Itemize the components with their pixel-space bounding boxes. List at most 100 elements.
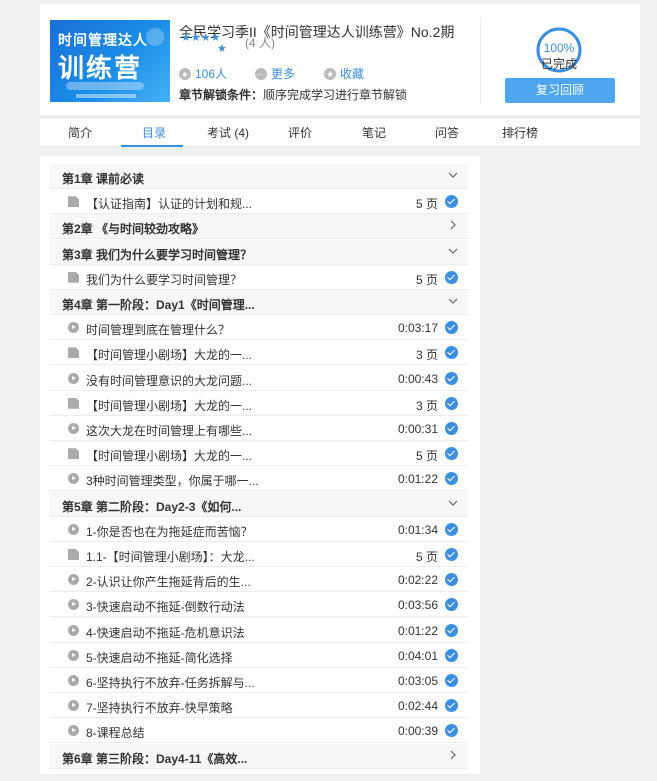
completed-check-icon bbox=[445, 648, 458, 662]
lesson-row[interactable]: 4-快速启动不拖延-危机意识法 0:01:22 bbox=[50, 618, 468, 643]
chapter-title: 第5章 第二阶段：Day2-3《如何... bbox=[62, 499, 242, 514]
lesson-row[interactable]: 3-快速启动不拖延-倒数行动法 0:03:56 bbox=[50, 592, 468, 618]
video-icon bbox=[68, 624, 79, 636]
lesson-meta: 5 页 bbox=[415, 197, 438, 212]
lesson-row[interactable]: 5-快速启动不拖延-简化选择 0:04:01 bbox=[50, 643, 468, 668]
rating-star-icon: ★ bbox=[217, 43, 227, 55]
lesson-row[interactable]: 【时间管理小剧场】大龙的一... 3 页 bbox=[50, 391, 468, 416]
lesson-title: 我们为什么要学习时间管理？ bbox=[86, 272, 243, 287]
video-icon bbox=[68, 322, 79, 334]
doc-icon bbox=[68, 448, 79, 460]
lesson-title: 没有时间管理意识的大龙问题... bbox=[86, 373, 253, 388]
chapter-row[interactable]: 第4章 第一阶段：Day1《时间管理... bbox=[50, 290, 468, 315]
lesson-row[interactable]: 7-坚持执行不放弃-快早策略 0:02:44 bbox=[50, 693, 468, 719]
lesson-row[interactable]: 【时间管理小剧场】大龙的一... 5 页 bbox=[50, 441, 468, 467]
lesson-row[interactable]: 8-课程总结 0:00:39 bbox=[50, 718, 468, 744]
lesson-meta: 0:01:22 bbox=[397, 623, 438, 638]
lesson-title: 6-坚持执行不放弃-任务拆解与... bbox=[86, 676, 255, 690]
tab-exam[interactable]: 考试 (4) bbox=[204, 124, 252, 141]
unlock-condition-label: 章节解锁条件： bbox=[179, 88, 264, 102]
completed-check-icon bbox=[445, 724, 458, 738]
chevron-down-icon[interactable] bbox=[448, 296, 458, 306]
chevron-right-icon[interactable] bbox=[448, 220, 458, 230]
chapter-row[interactable]: 第5章 第二阶段：Day2-3《如何... bbox=[50, 491, 468, 517]
lesson-row[interactable]: 没有时间管理意识的大龙问题... 0:00:43 bbox=[50, 366, 468, 391]
lesson-row[interactable]: 我们为什么要学习时间管理？ 5 页 bbox=[50, 265, 468, 290]
chapter-row[interactable]: 第1章 课前必读 bbox=[50, 164, 468, 189]
tab-notes[interactable]: 笔记 bbox=[360, 124, 388, 141]
cover-subtitle-bar bbox=[66, 82, 144, 90]
tab-leaderboard[interactable]: 排行榜 bbox=[499, 124, 541, 141]
progress-status: 已完成 bbox=[540, 57, 577, 71]
lesson-row[interactable]: 时间管理到底在管理什么？ 0:03:17 bbox=[50, 315, 468, 341]
lesson-meta: 0:01:34 bbox=[397, 522, 438, 537]
tab-intro[interactable]: 简介 bbox=[66, 124, 94, 141]
favorite-button[interactable]: ★ 收藏 bbox=[324, 65, 364, 82]
lesson-row[interactable]: 1.1-【时间管理小剧场】：大龙... 5 页 bbox=[50, 542, 468, 567]
tab-reviews[interactable]: 评价 bbox=[286, 124, 314, 141]
lesson-title: 4-快速启动不拖延-危机意识法 bbox=[86, 625, 245, 640]
cover-footer-bar bbox=[76, 94, 136, 98]
completed-check-icon bbox=[445, 674, 458, 687]
cover-title-line1: 时间管理达人 bbox=[58, 33, 148, 49]
lesson-title: 3-快速启动不拖延-倒数行动法 bbox=[86, 600, 245, 615]
course-cover-image[interactable]: 时间管理达人 训练营 bbox=[50, 20, 170, 102]
completed-check-icon bbox=[445, 321, 458, 335]
lesson-meta: 0:03:05 bbox=[397, 674, 438, 688]
tab-catalog[interactable]: 目录 bbox=[140, 124, 168, 141]
chapter-row[interactable]: 第3章 我们为什么要学习时间管理？ bbox=[50, 239, 468, 265]
lesson-meta: 5 页 bbox=[415, 272, 438, 287]
lesson-title: 【时间管理小剧场】大龙的一... bbox=[86, 348, 253, 363]
lesson-meta: 0:03:56 bbox=[397, 598, 438, 613]
lesson-row[interactable]: 3种时间管理类型，你属于哪一... 0:01:22 bbox=[50, 466, 468, 492]
completed-check-icon bbox=[445, 270, 458, 284]
completed-check-icon bbox=[445, 396, 458, 410]
chevron-down-icon[interactable] bbox=[448, 170, 458, 180]
completed-check-icon bbox=[445, 522, 458, 536]
lesson-row[interactable]: 这次大龙在时间管理上有哪些... 0:00:31 bbox=[50, 416, 468, 441]
lesson-title: 8-课程总结 bbox=[86, 726, 145, 741]
video-icon bbox=[68, 700, 79, 712]
chapter-list: 第1章 课前必读【认证指南】认证的计划和规... 5 页第2章 《与时间较劲攻略》… bbox=[40, 156, 480, 774]
chevron-down-icon[interactable] bbox=[448, 498, 458, 508]
lesson-row[interactable]: 1-你是否也在为拖延症而苦恼？ 0:01:34 bbox=[50, 517, 468, 542]
chapter-row[interactable]: 第6章 第三阶段：Day4-11《高效... bbox=[50, 743, 468, 769]
video-icon bbox=[68, 675, 79, 686]
cover-badge-decoration bbox=[146, 28, 164, 46]
star-icon: ★ bbox=[324, 67, 336, 80]
completed-check-icon bbox=[445, 598, 458, 612]
more-label: 更多 bbox=[271, 67, 296, 81]
lesson-row[interactable]: 6-坚持执行不放弃-任务拆解与... 0:03:05 bbox=[50, 668, 468, 693]
chapter-title: 第2章 《与时间较劲攻略》 bbox=[62, 222, 205, 237]
course-header: 时间管理达人 训练营 全民学习季II《时间管理达人训练营》No.2期 ★★★★ … bbox=[40, 4, 640, 115]
user-icon: ● bbox=[179, 67, 191, 80]
tab-qa[interactable]: 问答 bbox=[433, 124, 461, 141]
lesson-meta: 3 页 bbox=[415, 398, 438, 413]
lesson-row[interactable]: 【认证指南】认证的计划和规... 5 页 bbox=[50, 189, 468, 215]
lesson-row[interactable]: 【时间管理小剧场】大龙的一... 3 页 bbox=[50, 340, 468, 366]
review-button[interactable]: 复习回顾 bbox=[505, 78, 615, 103]
learner-count: ● 106人 bbox=[179, 65, 227, 82]
chapter-row[interactable]: 第2章 《与时间较劲攻略》 bbox=[50, 214, 468, 240]
lesson-title: 这次大龙在时间管理上有哪些... bbox=[86, 424, 253, 438]
lesson-title: 【时间管理小剧场】大龙的一... bbox=[86, 449, 253, 464]
chevron-right-icon[interactable] bbox=[448, 750, 458, 760]
lesson-title: 5-快速启动不拖延-简化选择 bbox=[86, 650, 233, 665]
more-button[interactable]: ··· 更多 bbox=[255, 65, 295, 82]
header-divider bbox=[480, 18, 481, 104]
doc-icon bbox=[68, 397, 79, 409]
chapter-title: 第1章 课前必读 bbox=[62, 172, 145, 186]
unlock-condition-value: 顺序完成学习进行章节解锁 bbox=[263, 88, 408, 102]
video-icon bbox=[68, 599, 79, 611]
lesson-title: 3种时间管理类型，你属于哪一... bbox=[86, 474, 259, 489]
chevron-down-icon[interactable] bbox=[448, 246, 458, 256]
lesson-row[interactable]: 2-认识让你产生拖延背后的生... 0:02:22 bbox=[50, 567, 468, 593]
lesson-meta: 0:00:39 bbox=[397, 724, 438, 739]
completed-check-icon bbox=[445, 447, 458, 461]
lesson-meta: 0:03:17 bbox=[397, 321, 438, 336]
rating-count: (4 人) bbox=[245, 36, 276, 50]
lesson-title: 2-认识让你产生拖延背后的生... bbox=[86, 575, 251, 590]
lesson-meta: 5 页 bbox=[415, 449, 438, 464]
completed-check-icon bbox=[445, 472, 458, 486]
completed-check-icon bbox=[445, 371, 458, 385]
